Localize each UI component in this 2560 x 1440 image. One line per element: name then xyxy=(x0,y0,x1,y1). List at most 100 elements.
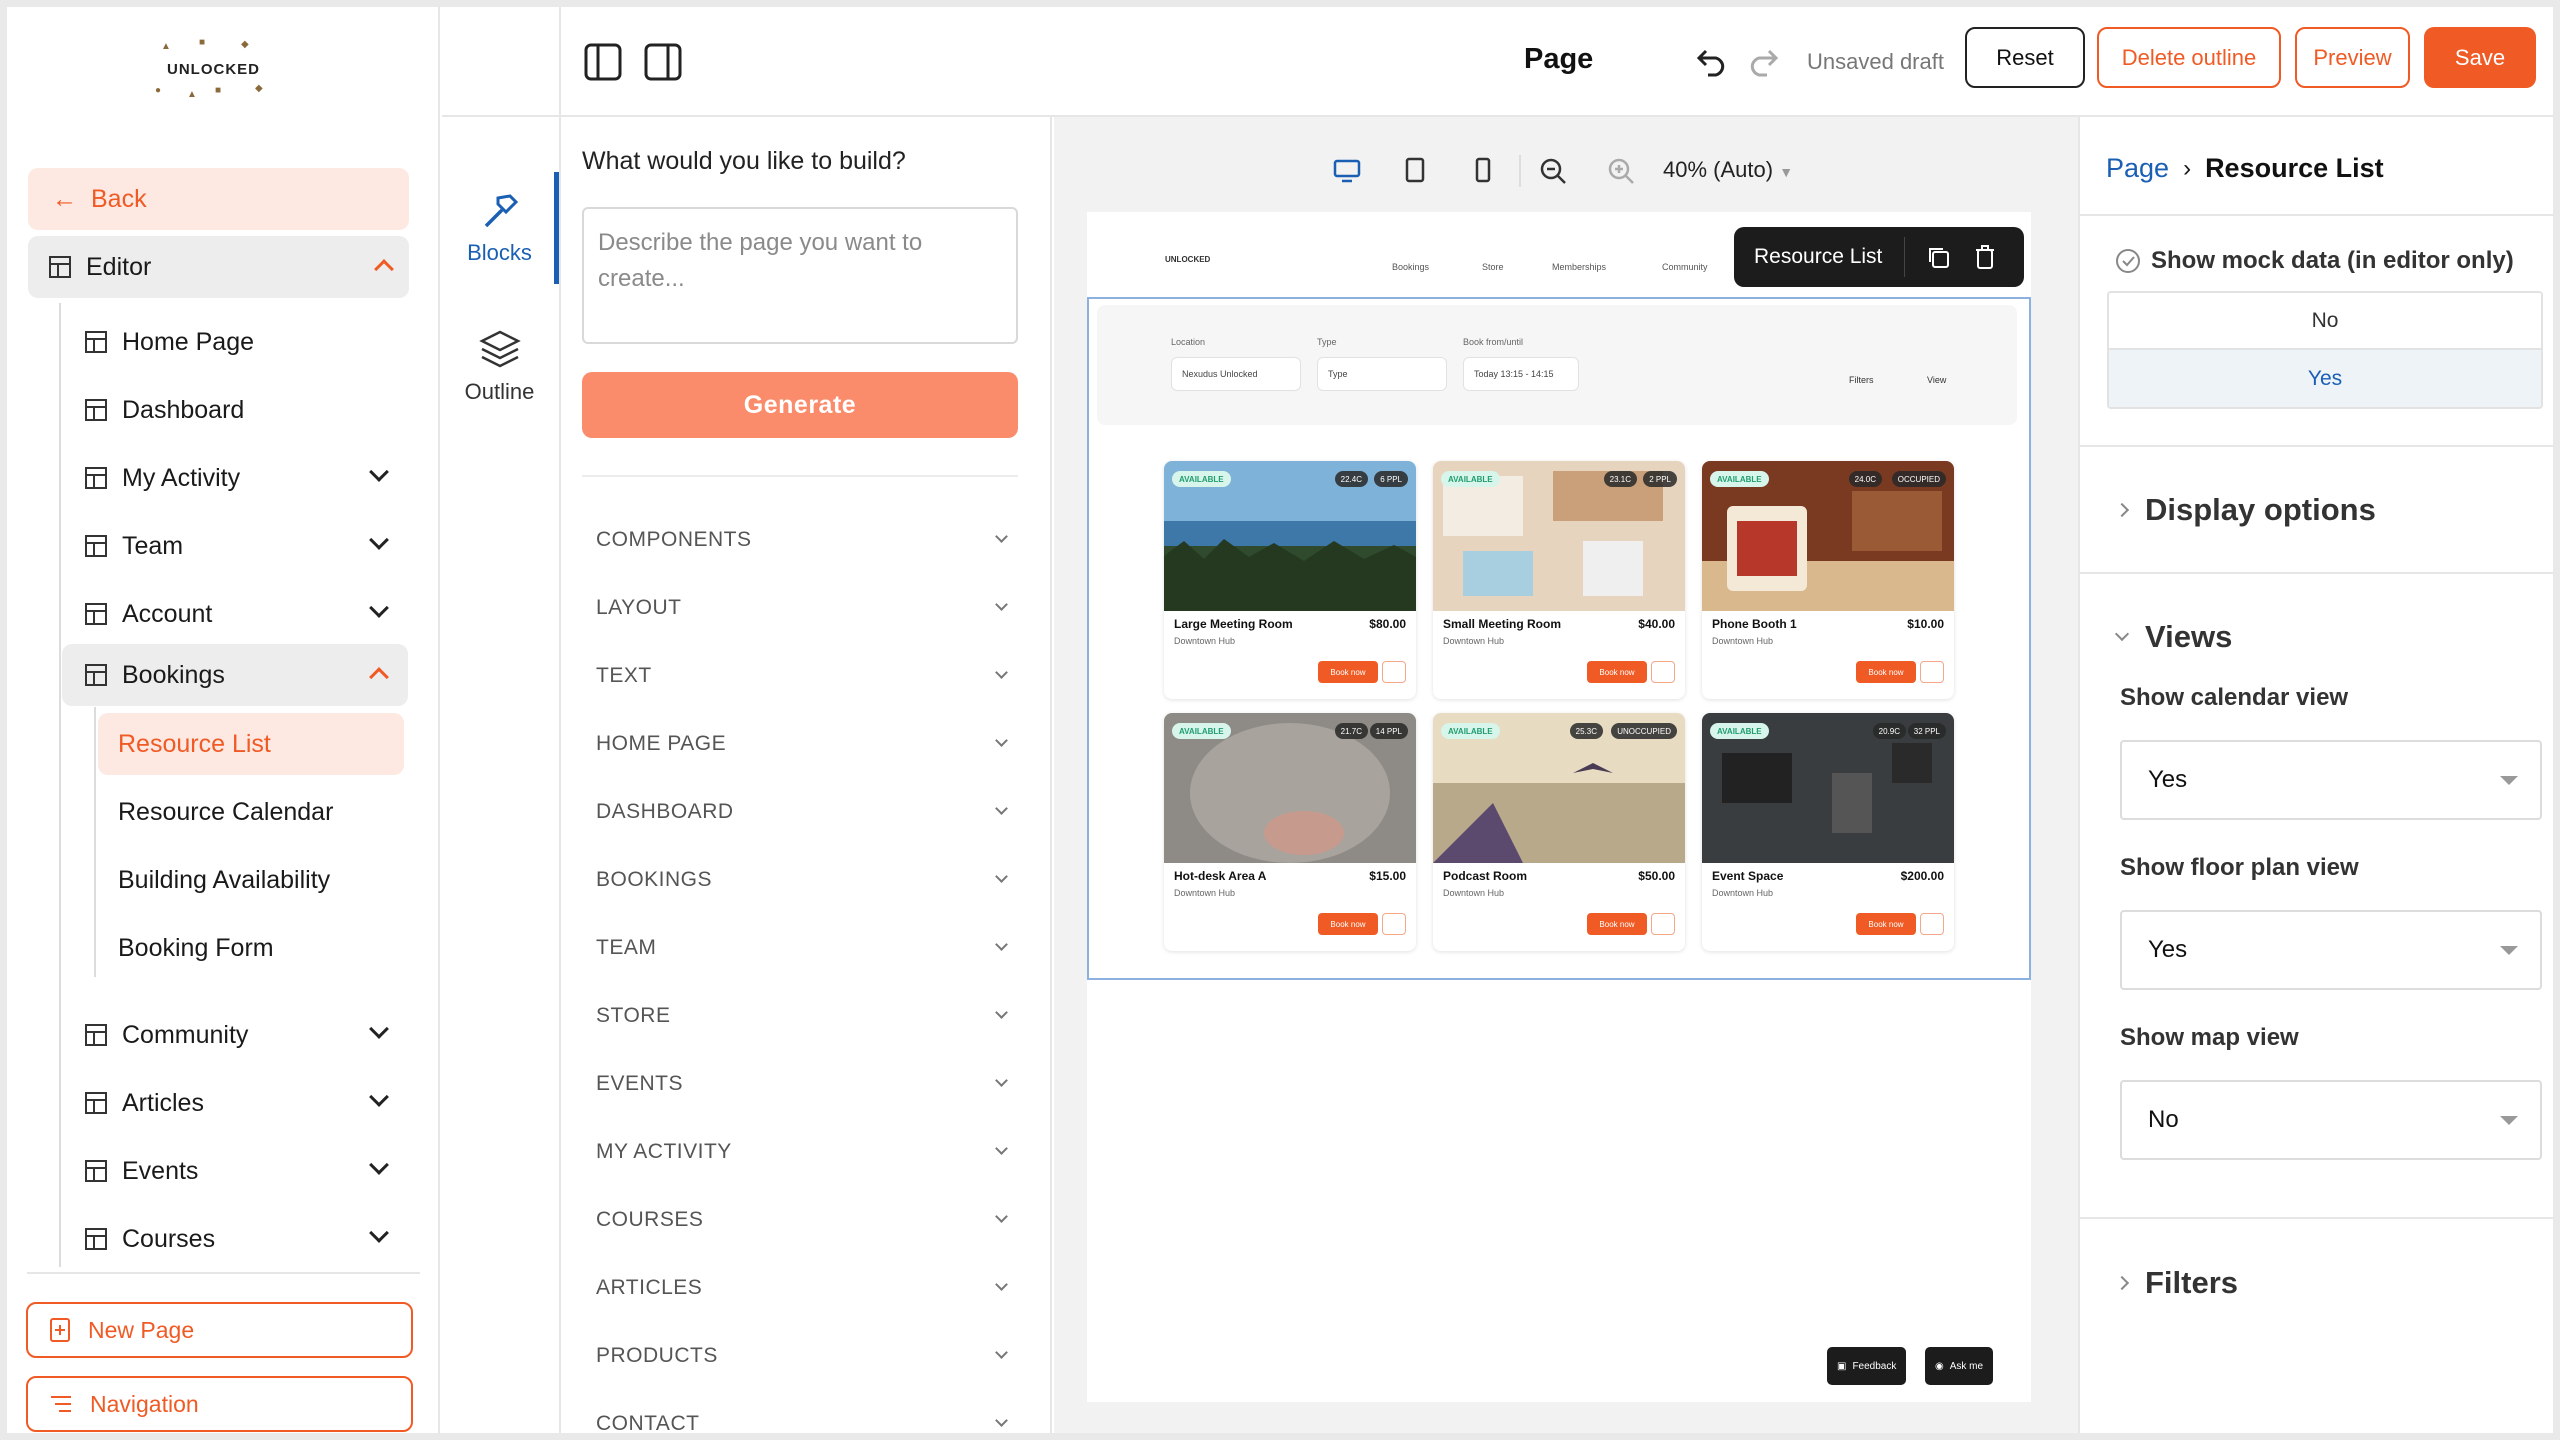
resource-card[interactable]: AVAILABLE 25.3C UNOCCUPIED Podcast Room … xyxy=(1433,713,1685,951)
reset-button[interactable]: Reset xyxy=(1965,27,2085,88)
mock-data-option-yes[interactable]: Yes xyxy=(2109,350,2541,407)
sidebar-item-articles[interactable]: Articles xyxy=(84,1072,404,1134)
arrow-left-icon: ← xyxy=(52,184,77,213)
resource-card[interactable]: AVAILABLE 21.7C 14 PPL Hot-desk Area A $… xyxy=(1164,713,1416,951)
favorite-button[interactable] xyxy=(1382,913,1406,935)
preview-nav-bookings[interactable]: Bookings xyxy=(1392,262,1429,272)
book-now-button[interactable]: Book now xyxy=(1856,661,1916,683)
ask-me-button[interactable]: ◉ Ask me xyxy=(1925,1347,1994,1385)
chevron-down-icon xyxy=(995,666,1008,679)
grid-icon xyxy=(85,1160,107,1182)
tablet-view-icon[interactable] xyxy=(1405,157,1425,183)
category-contact[interactable]: CONTACT xyxy=(596,1404,1012,1433)
sidebar-item-team[interactable]: Team xyxy=(84,515,404,577)
generate-button[interactable]: Generate xyxy=(582,372,1018,438)
sidebar-item-resource-list[interactable]: Resource List xyxy=(98,713,404,775)
favorite-button[interactable] xyxy=(1382,661,1406,683)
resource-card[interactable]: AVAILABLE 22.4C 6 PPL Large Meeting Room… xyxy=(1164,461,1416,699)
sidebar-item-home-page[interactable]: Home Page xyxy=(84,311,404,373)
category-team[interactable]: TEAM xyxy=(596,928,1012,968)
desktop-view-icon[interactable] xyxy=(1333,159,1361,183)
favorite-button[interactable] xyxy=(1920,661,1944,683)
trash-icon[interactable] xyxy=(1974,244,1996,270)
views-section[interactable]: Views xyxy=(2114,619,2232,655)
filters-toggle[interactable]: Filters xyxy=(1849,375,1874,385)
favorite-button[interactable] xyxy=(1651,661,1675,683)
type-select[interactable]: Type xyxy=(1317,357,1447,391)
navigation-button[interactable]: Navigation xyxy=(26,1376,413,1432)
category-components[interactable]: COMPONENTS xyxy=(596,520,1012,560)
category-my-activity[interactable]: MY ACTIVITY xyxy=(596,1132,1012,1172)
sidebar-item-community[interactable]: Community xyxy=(84,1004,404,1066)
sidebar-item-bookings[interactable]: Bookings xyxy=(84,644,404,706)
category-bookings[interactable]: BOOKINGS xyxy=(596,860,1012,900)
category-courses[interactable]: COURSES xyxy=(596,1200,1012,1240)
filters-section[interactable]: Filters xyxy=(2114,1265,2238,1301)
map-view-select[interactable]: No xyxy=(2120,1080,2542,1160)
toggle-right-panel-icon[interactable] xyxy=(644,43,682,81)
view-toggle[interactable]: View xyxy=(1927,375,1946,385)
book-now-button[interactable]: Book now xyxy=(1318,661,1378,683)
floor-plan-view-select[interactable]: Yes xyxy=(2120,910,2542,990)
category-articles[interactable]: ARTICLES xyxy=(596,1268,1012,1308)
sidebar-item-courses[interactable]: Courses xyxy=(84,1208,404,1270)
sidebar-item-account[interactable]: Account xyxy=(84,583,404,645)
grid-icon xyxy=(85,399,107,421)
sidebar-item-my-activity[interactable]: My Activity xyxy=(84,447,404,509)
rail-blocks-tab[interactable]: Blocks xyxy=(442,192,557,266)
feedback-button[interactable]: ▣ Feedback xyxy=(1827,1347,1907,1385)
preview-nav-memberships[interactable]: Memberships xyxy=(1552,262,1606,272)
book-now-button[interactable]: Book now xyxy=(1587,913,1647,935)
location-select[interactable]: Nexudus Unlocked xyxy=(1171,357,1301,391)
preview-button[interactable]: Preview xyxy=(2295,27,2410,88)
zoom-select[interactable]: 40% (Auto) ▼ xyxy=(1663,157,1793,183)
category-layout[interactable]: LAYOUT xyxy=(596,588,1012,628)
rail-outline-tab[interactable]: Outline xyxy=(442,329,557,405)
delete-outline-button[interactable]: Delete outline xyxy=(2097,27,2281,88)
book-now-button[interactable]: Book now xyxy=(1856,913,1916,935)
resource-card[interactable]: AVAILABLE 23.1C 2 PPL Small Meeting Room… xyxy=(1433,461,1685,699)
preview-nav-community[interactable]: Community xyxy=(1662,262,1708,272)
app-window: ▲ ■ ◆ UNLOCKED ● ▲ ■ ◆ ← Back Editor Hom… xyxy=(7,7,2553,1433)
category-dashboard[interactable]: DASHBOARD xyxy=(596,792,1012,832)
sidebar-item-booking-form[interactable]: Booking Form xyxy=(118,928,274,968)
undo-icon[interactable] xyxy=(1696,47,1730,77)
map-view-label: Show map view xyxy=(2120,1024,2299,1051)
sidebar-section-editor[interactable]: Editor xyxy=(28,236,409,298)
new-page-button[interactable]: New Page xyxy=(26,1302,413,1358)
calendar-view-label: Show calendar view xyxy=(2120,684,2349,711)
category-home-page[interactable]: HOME PAGE xyxy=(596,724,1012,764)
toggle-left-panel-icon[interactable] xyxy=(584,43,622,81)
zoom-out-icon[interactable] xyxy=(1539,157,1567,185)
mock-data-option-no[interactable]: No xyxy=(2109,293,2541,350)
favorite-button[interactable] xyxy=(1651,913,1675,935)
zoom-in-icon[interactable] xyxy=(1607,157,1635,185)
sidebar-item-events[interactable]: Events xyxy=(84,1140,404,1202)
calendar-view-select[interactable]: Yes xyxy=(2120,740,2542,820)
book-now-button[interactable]: Book now xyxy=(1318,913,1378,935)
resource-card[interactable]: AVAILABLE 24.0C OCCUPIED Phone Booth 1 $… xyxy=(1702,461,1954,699)
mobile-view-icon[interactable] xyxy=(1475,157,1491,183)
category-text[interactable]: TEXT xyxy=(596,656,1012,696)
book-range-input[interactable]: Today 13:15 - 14:15 xyxy=(1463,357,1579,391)
category-store[interactable]: STORE xyxy=(596,996,1012,1036)
category-products[interactable]: PRODUCTS xyxy=(596,1336,1012,1376)
save-button[interactable]: Save xyxy=(2424,27,2536,88)
display-options-section[interactable]: Display options xyxy=(2114,492,2376,528)
book-now-button[interactable]: Book now xyxy=(1587,661,1647,683)
preview-nav-store[interactable]: Store xyxy=(1482,262,1504,272)
favorite-button[interactable] xyxy=(1920,913,1944,935)
chevron-down-icon xyxy=(995,1210,1008,1223)
resource-card[interactable]: AVAILABLE 20.9C 32 PPL Event Space $200.… xyxy=(1702,713,1954,951)
duplicate-icon[interactable] xyxy=(1926,245,1950,269)
back-button[interactable]: ← Back xyxy=(28,168,409,230)
sidebar-item-dashboard[interactable]: Dashboard xyxy=(84,379,404,441)
category-events[interactable]: EVENTS xyxy=(596,1064,1012,1104)
redo-icon[interactable] xyxy=(1745,47,1779,77)
breadcrumb-page-link[interactable]: Page xyxy=(2106,153,2169,184)
page-prompt-input[interactable]: Describe the page you want to create... xyxy=(582,207,1018,344)
tool-rail: Blocks Outline xyxy=(442,117,561,1433)
sidebar-item-building-availability[interactable]: Building Availability xyxy=(118,860,330,900)
sidebar-item-resource-calendar[interactable]: Resource Calendar xyxy=(118,792,333,832)
message-icon: ▣ xyxy=(1837,1360,1847,1372)
